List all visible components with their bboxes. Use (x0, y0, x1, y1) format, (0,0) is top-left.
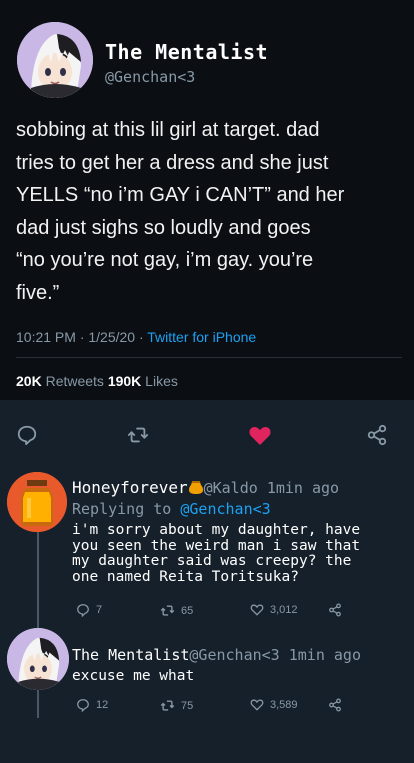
reply-retweet-button[interactable]: 75 (160, 698, 193, 713)
thread-line (37, 690, 39, 718)
like-label: Likes (141, 373, 178, 389)
retweet-icon[interactable] (127, 424, 149, 451)
reply-comment-button[interactable]: 12 (76, 698, 108, 712)
reply-text-line: you seen the weird man i saw that (72, 537, 361, 554)
tweet-text-line: tries to get her a dress and she just (16, 151, 329, 174)
tweet-text-line: “no you’re not gay, i’m gay. you’re (16, 249, 314, 271)
reply-like-button[interactable]: 3,012 (250, 603, 298, 616)
reply-header: The Mentalist@Genchan<3 1min ago (72, 646, 361, 664)
share-icon (329, 603, 341, 617)
avatar[interactable] (7, 472, 67, 532)
reply-display-name[interactable]: The Mentalist (72, 646, 189, 664)
tweet-stats: 20K Retweets 190K Likes (16, 373, 178, 389)
thread-line (37, 532, 39, 628)
user-handle[interactable]: @Genchan<3 (105, 68, 195, 86)
reply-retweet-button[interactable]: 65 (160, 603, 193, 618)
reply-share-button[interactable] (328, 603, 342, 617)
avatar[interactable] (17, 22, 93, 98)
tweet-text-line: five.” (16, 281, 60, 304)
honey-jar-icon (7, 472, 67, 532)
reply-handle[interactable]: @Kaldo (204, 479, 258, 497)
reply-display-name[interactable]: Honeyforever (72, 478, 188, 497)
display-name[interactable]: The Mentalist (105, 40, 268, 64)
tweet-timestamp: 10:21 PM · 1/25/20 · (16, 329, 148, 345)
heart-icon[interactable] (248, 424, 272, 451)
tweet-action-bar (0, 418, 414, 454)
anime-avatar-icon (7, 628, 69, 690)
retweet-count[interactable]: 20K (16, 373, 42, 389)
tweet-text-line: dad just sighs so loudly and goes (16, 216, 311, 239)
tweet-text: sobbing at this lil girl at target. dad … (16, 114, 406, 309)
reply-text-line: one named Reita Toritsuka? (72, 568, 299, 585)
screenshot-root: The Mentalist @Genchan<3 sobbing at this… (0, 0, 414, 763)
like-count: 3,589 (270, 698, 298, 711)
avatar[interactable] (7, 628, 69, 690)
heart-outline-icon (250, 699, 264, 711)
tweet-source-link[interactable]: Twitter for iPhone (147, 329, 256, 345)
reply-action-bar: 7 65 3,012 (72, 603, 352, 623)
reply-like-button[interactable]: 3,589 (250, 698, 298, 711)
heart-outline-icon (250, 604, 264, 616)
replying-to: Replying to @Genchan<3 (72, 500, 271, 518)
reply-text-line: i'm sorry about my daughter, have (72, 522, 361, 538)
tweet-text-line: YELLS “no i’m GAY i CAN’T” and her (16, 184, 345, 206)
tweet-card: The Mentalist @Genchan<3 sobbing at this… (0, 0, 414, 400)
retweet-icon (160, 605, 175, 616)
retweet-count: 65 (181, 604, 194, 617)
like-count: 3,012 (270, 603, 298, 616)
like-count[interactable]: 190K (108, 373, 141, 389)
comment-icon (77, 699, 89, 712)
reply-time: 1min ago (288, 646, 361, 664)
honey-pot-icon (188, 481, 203, 494)
reply-time: 1min ago (266, 479, 340, 497)
comment-icon (77, 604, 89, 617)
reply-text: excuse me what (72, 668, 402, 685)
reply-handle[interactable]: @Genchan<3 (189, 646, 279, 664)
anime-avatar-icon (17, 22, 93, 98)
retweet-icon (160, 700, 175, 711)
comment-icon[interactable] (16, 424, 38, 451)
retweet-label: Retweets (41, 373, 108, 389)
retweet-count: 75 (181, 699, 194, 712)
share-icon (329, 698, 341, 712)
tweet-meta: 10:21 PM · 1/25/20 · Twitter for iPhone (16, 329, 256, 345)
share-icon[interactable] (366, 424, 388, 451)
reply-count: 12 (96, 699, 109, 711)
reply-header: Honeyforever @Kaldo 1min ago (72, 478, 339, 497)
reply-comment-button[interactable]: 7 (76, 603, 102, 617)
reply-text-line: my daughter said was creepy? the (72, 553, 352, 569)
reply-text: i'm sorry about my daughter, have you se… (72, 522, 402, 585)
reply-count: 7 (96, 604, 103, 616)
reply-text-line: excuse me what (72, 668, 195, 684)
replying-to-label: Replying to (72, 500, 181, 518)
replying-to-mention[interactable]: @Genchan<3 (180, 500, 270, 518)
reply-action-bar: 12 75 3,589 (72, 698, 352, 718)
reply-share-button[interactable] (328, 698, 342, 712)
tweet-text-line: sobbing at this lil girl at target. dad (16, 119, 320, 141)
divider (16, 357, 402, 358)
